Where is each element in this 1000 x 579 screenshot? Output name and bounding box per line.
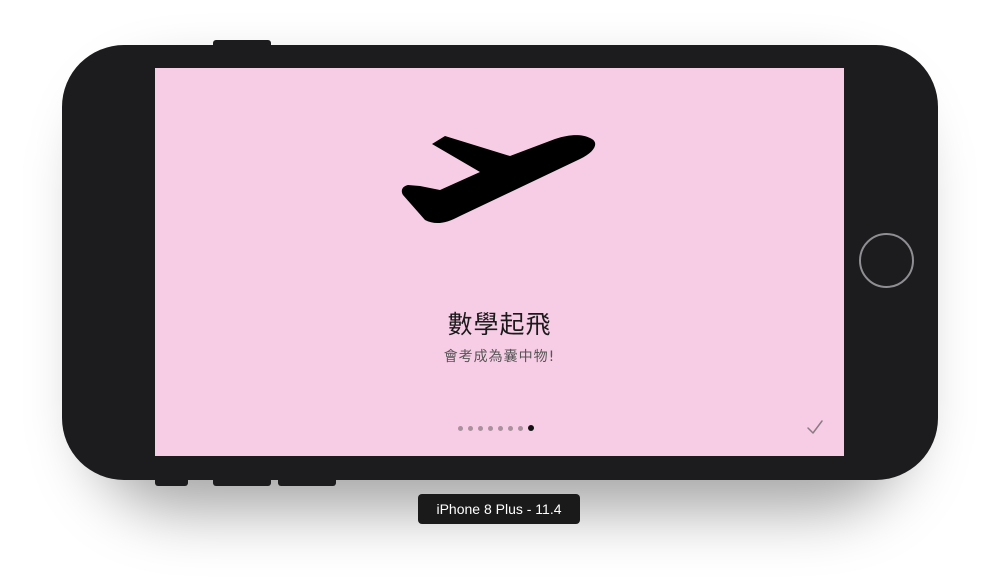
page-subtitle: 會考成為囊中物! (443, 349, 556, 365)
page-dot-6[interactable] (508, 425, 513, 431)
page-dot-3[interactable] (478, 425, 483, 431)
onboarding-screen: 數學起飛 會考成為囊中物! (155, 68, 844, 456)
home-button[interactable] (859, 233, 914, 288)
page-dot-1[interactable] (458, 425, 463, 431)
page-title: 數學起飛 (447, 310, 552, 339)
checkmark-icon[interactable] (806, 418, 824, 436)
airplane-takeoff-icon (401, 135, 596, 224)
page-indicator[interactable] (458, 424, 534, 432)
page-dot-7[interactable] (518, 425, 523, 431)
page-dot-8[interactable] (528, 425, 534, 431)
page-dot-2[interactable] (468, 425, 473, 431)
page-dot-4[interactable] (488, 425, 493, 431)
page-dot-5[interactable] (498, 425, 503, 431)
device-label: iPhone 8 Plus - 11.4 (418, 494, 580, 524)
